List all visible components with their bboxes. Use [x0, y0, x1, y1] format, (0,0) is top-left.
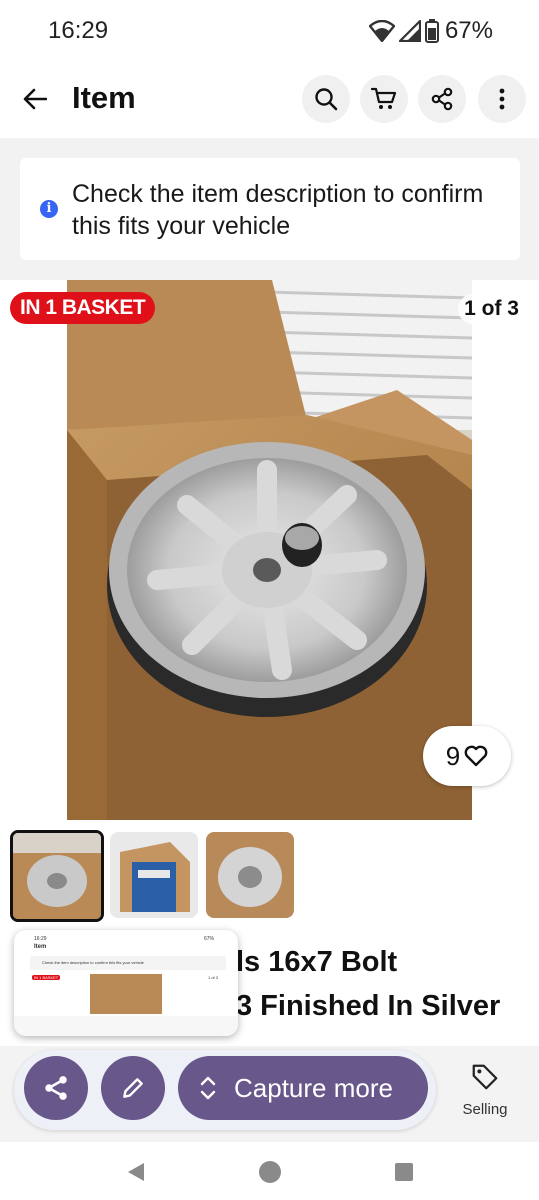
preview-notice-text: Check the item description to confirm th… — [42, 960, 144, 965]
preview-notice: Check the item description to confirm th… — [30, 956, 226, 970]
signal-icon — [398, 20, 421, 42]
more-options-button[interactable] — [478, 75, 526, 123]
basket-badge: IN 1 BASKET — [10, 292, 156, 324]
pencil-icon — [123, 1078, 143, 1098]
capture-more-label: Capture more — [234, 1072, 393, 1103]
nav-home-icon[interactable] — [258, 1160, 282, 1184]
item-photo[interactable] — [67, 280, 472, 820]
selling-tab[interactable]: Selling — [452, 1062, 518, 1118]
more-vertical-icon — [499, 88, 505, 110]
selling-label: Selling — [462, 1101, 508, 1118]
preview-photo — [90, 974, 162, 1014]
heart-icon — [464, 745, 488, 767]
preview-badge: IN 1 BASKET — [32, 975, 61, 980]
share-icon — [431, 87, 453, 111]
edit-screenshot-button[interactable] — [101, 1056, 165, 1120]
battery-percent: 67% — [444, 17, 493, 44]
wheel-in-box-image — [67, 280, 472, 820]
thumbnail-strip — [0, 828, 539, 928]
info-icon: i — [40, 200, 58, 218]
search-icon — [315, 88, 338, 111]
nav-recents-icon[interactable] — [394, 1162, 414, 1182]
preview-time: 16:29 — [34, 936, 47, 942]
thumbnail-3[interactable] — [206, 832, 294, 918]
watch-count: 9 — [445, 740, 461, 771]
capture-more-button[interactable]: Capture more — [178, 1056, 428, 1120]
preview-title: Item — [34, 944, 47, 950]
battery-icon — [424, 19, 439, 43]
status-bar: 16:29 67% — [0, 0, 539, 62]
status-time: 16:29 — [48, 17, 109, 44]
watch-button[interactable]: 9 — [423, 726, 511, 786]
screenshot-toolbar: Capture more — [14, 1050, 436, 1130]
item-title: ls 16x7 Bolt 3 Finished In Silver — [236, 940, 536, 1028]
item-title-line-1: ls 16x7 Bolt — [236, 946, 398, 978]
preview-battery: 67% — [204, 936, 215, 942]
expand-vertical-icon — [200, 1076, 216, 1100]
back-arrow-icon — [23, 88, 47, 110]
tag-icon — [472, 1064, 498, 1090]
fitment-notice-section: i Check the item description to confirm … — [0, 138, 539, 280]
preview-content: 16:29 67% Item Check the item descriptio… — [14, 930, 238, 1036]
wifi-icon — [368, 20, 395, 42]
cart-button[interactable] — [360, 75, 408, 123]
fitment-notice: i Check the item description to confirm … — [20, 158, 520, 260]
status-icons: 67% — [368, 17, 493, 45]
notice-text: Check the item description to confirm th… — [72, 180, 484, 240]
preview-nav — [14, 1016, 238, 1036]
item-title-line-2: 3 Finished In Silver — [236, 990, 501, 1022]
back-button[interactable] — [18, 82, 52, 116]
thumbnail-2[interactable] — [110, 832, 198, 918]
item-image-gallery[interactable]: IN 1 BASKET 1 of 3 9 — [0, 280, 539, 820]
share-button[interactable] — [418, 75, 466, 123]
thumbnail-1[interactable] — [10, 830, 104, 922]
share-icon — [45, 1076, 67, 1100]
screenshot-preview[interactable]: 16:29 67% Item Check the item descriptio… — [14, 930, 238, 1036]
page-title: Item — [72, 80, 136, 115]
search-button[interactable] — [302, 75, 350, 123]
share-screenshot-button[interactable] — [24, 1056, 88, 1120]
system-nav-bar — [0, 1142, 539, 1200]
preview-counter: 1 of 3 — [208, 975, 219, 980]
image-counter: 1 of 3 — [458, 294, 525, 324]
nav-back-icon[interactable] — [126, 1161, 146, 1183]
app-bar: Item — [0, 62, 539, 138]
cart-icon — [371, 87, 397, 109]
